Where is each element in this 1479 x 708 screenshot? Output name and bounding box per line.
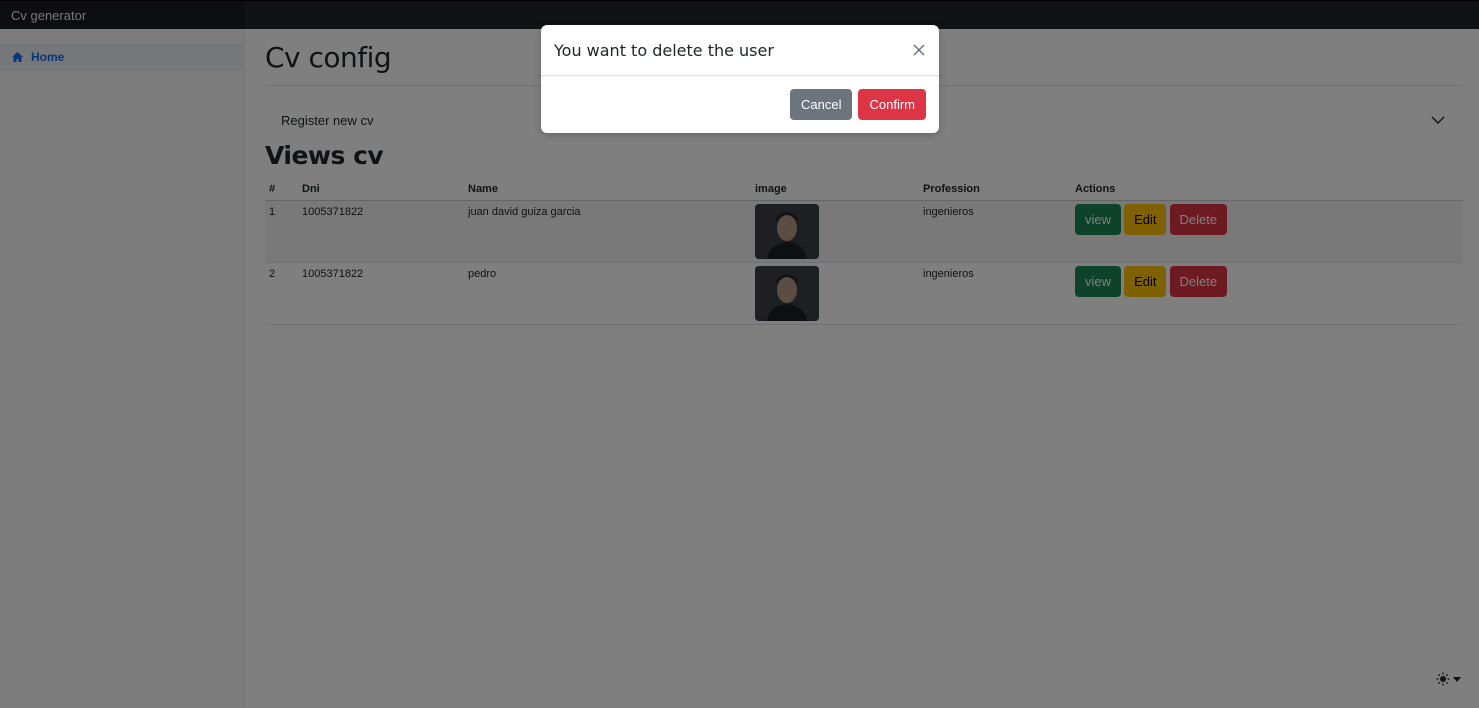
modal-header: You want to delete the user [541, 25, 939, 76]
cancel-button[interactable]: Cancel [790, 89, 853, 120]
app-root: Cv generator Home Cv config Register new… [0, 0, 1479, 708]
close-icon [913, 44, 925, 56]
close-button[interactable] [911, 42, 927, 58]
modal-title: You want to delete the user [554, 40, 774, 60]
modal-footer: Cancel Confirm [541, 76, 939, 133]
confirm-button[interactable]: Confirm [858, 89, 926, 120]
delete-confirm-modal: You want to delete the user Cancel Confi… [541, 25, 939, 133]
